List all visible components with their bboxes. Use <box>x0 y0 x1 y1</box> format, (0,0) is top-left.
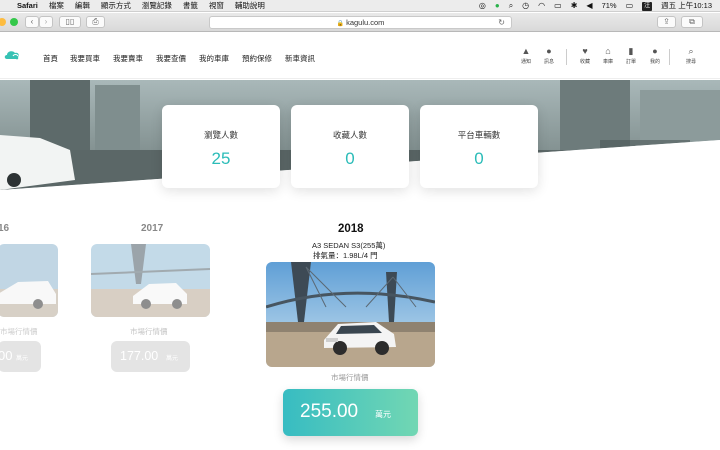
share-button[interactable]: ⇪ <box>657 16 676 28</box>
nav-garage-label: 車庫 <box>602 59 613 65</box>
price-value-2018: 255.00 <box>300 401 359 422</box>
nav-messages[interactable]: ● 訊息 <box>538 46 560 65</box>
lock-icon: 🔒 <box>336 21 345 27</box>
market-label-2018: 市場行情價 <box>331 373 369 382</box>
back-button[interactable]: ‹ <box>25 16 39 28</box>
stat-value-views: 25 <box>211 149 231 168</box>
stat-label-favorites: 收藏人數 <box>332 130 367 140</box>
nav-profile-label: 我的 <box>649 59 660 65</box>
chat-icon: ● <box>546 46 552 56</box>
nav-messages-label: 訊息 <box>543 59 554 65</box>
nav-notify-label: 通知 <box>520 59 531 65</box>
forward-button[interactable]: › <box>39 16 53 28</box>
stat-card-favorites: 收藏人數 0 <box>291 105 409 188</box>
nav-link-sell-car[interactable]: 我要賣車 <box>113 53 143 64</box>
input-method-indicator[interactable]: 注 <box>642 1 653 11</box>
menubar-clock[interactable]: 週五 上午10:13 <box>661 0 712 12</box>
price-unit-2018: 萬元 <box>375 410 391 419</box>
bell-icon: ▲ <box>521 46 531 56</box>
car-displacement: 排氣量：1.98L/4 門 <box>313 251 378 260</box>
nav-link-check-price[interactable]: 我要查價 <box>156 53 186 64</box>
wifi-icon[interactable]: ◠ <box>538 0 545 12</box>
nav-orders[interactable]: ▮ 訂單 <box>620 46 642 65</box>
car-photo-2017[interactable] <box>91 244 210 317</box>
price-box-2017[interactable]: 177.00 萬元 <box>111 341 190 372</box>
car-photo-2018[interactable] <box>266 262 435 367</box>
nav-divider <box>566 49 567 65</box>
nav-profile[interactable]: ● 我的 <box>644 46 666 65</box>
stat-card-platform-cars: 平台車輛數 0 <box>420 105 538 188</box>
menu-window[interactable]: 視窗 <box>209 0 224 12</box>
stat-card-views: 瀏覽人數 25 <box>162 105 280 188</box>
price-box-2018[interactable]: 255.00 萬元 <box>283 389 418 436</box>
year-label-2016-partial[interactable]: 16 <box>0 223 9 234</box>
car-photo-2016[interactable] <box>0 244 58 317</box>
year-label-2018[interactable]: 2018 <box>338 223 364 235</box>
menu-file[interactable]: 檔案 <box>49 0 64 12</box>
menu-history[interactable]: 瀏覽記錄 <box>142 0 172 12</box>
price-value-2016: 00 <box>0 348 13 363</box>
tabs-overview-button[interactable]: ⧉ <box>681 16 703 28</box>
airplay-icon[interactable]: ▭ <box>554 0 562 12</box>
battery-icon[interactable]: ▭ <box>626 0 634 12</box>
nav-favorites-label: 收藏 <box>579 59 590 65</box>
nav-link-buy-car[interactable]: 我要買車 <box>70 53 100 64</box>
print-button[interactable]: ⎙ <box>86 16 105 28</box>
menu-bookmarks[interactable]: 書籤 <box>183 0 198 12</box>
nav-notify[interactable]: ▲ 通知 <box>515 46 537 65</box>
volume-icon[interactable]: ◀ <box>586 0 592 12</box>
macos-menubar: Safari 檔案 編輯 顯示方式 瀏覽記錄 書籤 視窗 輔助說明 ◎ ● ⌕ … <box>0 0 720 12</box>
market-label-2017: 市場行情價 <box>130 327 168 336</box>
nav-search-label: 搜尋 <box>685 59 696 65</box>
menu-help[interactable]: 輔助說明 <box>235 0 265 12</box>
menu-app-name[interactable]: Safari <box>17 0 38 12</box>
search-icon[interactable]: ⌕ <box>509 0 513 12</box>
search-icon: ⌕ <box>688 46 694 56</box>
heart-icon: ♥ <box>582 46 588 56</box>
reload-icon[interactable]: ↻ <box>498 17 505 28</box>
price-unit-2017: 萬元 <box>166 356 179 362</box>
zoom-window-icon[interactable] <box>10 18 18 26</box>
address-bar[interactable]: 🔒 kagulu.com ↻ <box>209 16 512 29</box>
nav-link-home[interactable]: 首頁 <box>43 53 58 64</box>
nav-link-maintenance[interactable]: 預約保修 <box>242 53 272 64</box>
line-app-icon[interactable]: ● <box>495 0 500 12</box>
nav-search[interactable]: ⌕ 搜尋 <box>680 46 702 65</box>
nav-link-new-car-info[interactable]: 新車資訊 <box>285 53 315 64</box>
address-url: kagulu.com <box>346 18 385 27</box>
sidebar-toggle-button[interactable]: ▯▯ <box>59 16 81 28</box>
nav-divider <box>669 49 670 65</box>
nav-favorites[interactable]: ♥ 收藏 <box>574 46 596 65</box>
nav-garage[interactable]: ⌂ 車庫 <box>597 46 619 65</box>
user-icon: ● <box>652 46 658 56</box>
site-logo-icon[interactable] <box>4 50 20 61</box>
market-label-2016: 市場行情價 <box>0 327 38 336</box>
nav-link-my-garage[interactable]: 我的車庫 <box>199 53 229 64</box>
time-machine-icon[interactable]: ◷ <box>522 0 529 12</box>
stat-value-favorites: 0 <box>345 149 355 168</box>
status-circle-icon[interactable]: ◎ <box>479 0 486 12</box>
price-unit-2016: 萬元 <box>16 356 29 362</box>
order-icon: ▮ <box>628 46 634 56</box>
nav-orders-label: 訂單 <box>625 59 636 65</box>
stat-label-views: 瀏覽人數 <box>203 130 238 140</box>
bluetooth-icon[interactable]: ✱ <box>571 0 578 12</box>
browser-toolbar: ‹ › ▯▯ ⎙ 🔒 kagulu.com ↻ ⇪ ⧉ <box>0 13 720 32</box>
price-value-2017: 177.00 <box>120 349 159 363</box>
site-navbar: 首頁 我要買車 我要賣車 我要查價 我的車庫 預約保修 新車資訊 ▲ 通知 ● … <box>0 33 720 79</box>
minimize-window-icon[interactable] <box>0 18 6 26</box>
price-box-2016[interactable]: 00 萬元 <box>0 341 41 372</box>
stat-value-platform-cars: 0 <box>474 149 484 168</box>
menu-edit[interactable]: 編輯 <box>75 0 90 12</box>
menu-view[interactable]: 顯示方式 <box>101 0 131 12</box>
stat-label-platform-cars: 平台車輛數 <box>457 130 501 140</box>
year-label-2017[interactable]: 2017 <box>141 223 163 234</box>
garage-icon: ⌂ <box>605 46 611 56</box>
battery-percent[interactable]: 71% <box>602 0 617 12</box>
